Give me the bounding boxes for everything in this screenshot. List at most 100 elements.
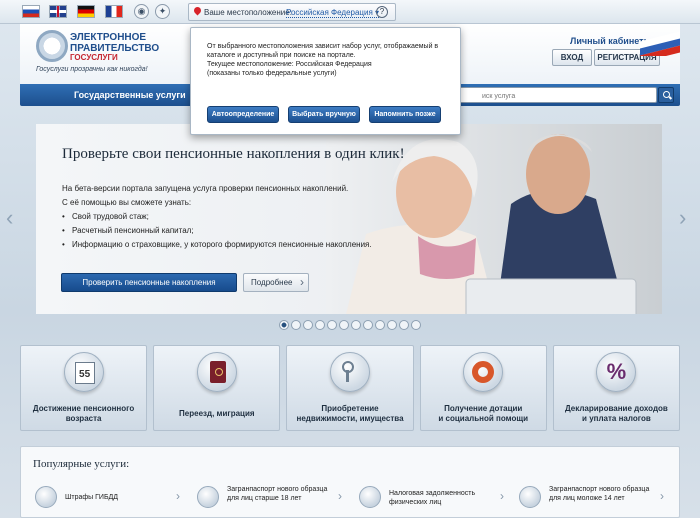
calendar-number: 55 (79, 369, 91, 380)
choose-manually-button[interactable]: Выбрать вручную (288, 106, 360, 123)
banner-carousel: Проверьте свои пенсионные накопления в о… (36, 124, 662, 314)
bullet-item: Свой трудовой стаж; (62, 212, 372, 226)
tile-pension-age[interactable]: 55 Достижение пенсионного возраста (20, 345, 148, 431)
tile-label: Приобретение недвижимости, имущества (291, 404, 408, 424)
tile-label-line: Переезд, миграция (179, 409, 255, 418)
carousel-dot[interactable] (327, 320, 337, 330)
location-value[interactable]: Российская Федерация ▾ (286, 8, 380, 18)
chevron-right-icon: › (176, 489, 180, 503)
carousel-next-icon[interactable]: › (679, 205, 686, 231)
lifebuoy-icon (463, 352, 504, 392)
life-situations: 55 Достижение пенсионного возраста Перее… (20, 345, 681, 433)
carousel-dot[interactable] (387, 320, 397, 330)
banner-subtitle: С её помощью вы сможете узнать: (62, 198, 192, 207)
tile-label: Достижение пенсионного возраста (25, 404, 142, 424)
logo-text-line3[interactable]: ГОСУСЛУГИ (70, 53, 118, 62)
compass-icon[interactable]: ✦ (155, 4, 170, 19)
popular-item-traffic-fines[interactable]: Штрафы ГИБДД › (35, 485, 185, 515)
calendar-icon: 55 (63, 352, 104, 392)
tile-label-line: Получение дотации (444, 404, 523, 413)
flag-uk-icon[interactable] (49, 5, 67, 18)
top-bar: ◉ ✦ Ваше местоположение: Российская Феде… (0, 0, 700, 24)
carousel-dot[interactable] (399, 320, 409, 330)
popular-item-passport-adult[interactable]: Загранпаспорт нового образца для лиц ста… (197, 485, 347, 515)
location-label: Ваше местоположение: (204, 8, 292, 17)
location-popup: От выбранного местоположения зависит наб… (190, 27, 461, 135)
popular-item-label: Штрафы ГИБДД (65, 494, 119, 501)
popular-item-label: Загранпаспорт нового образца для лиц мол… (549, 486, 650, 502)
flag-de-icon[interactable] (77, 5, 95, 18)
carousel-dot[interactable] (279, 320, 289, 330)
popup-message: От выбранного местоположения зависит наб… (207, 42, 445, 78)
bullet-item: Расчетный пенсионный капитал; (62, 226, 372, 240)
percent-icon: % (596, 352, 637, 392)
carousel-pagination (279, 320, 421, 330)
chevron-right-icon: › (660, 489, 664, 503)
tile-label-line: Декларирование доходов (565, 404, 668, 413)
flag-fr-icon[interactable] (105, 5, 123, 18)
tile-label-line: возраста (65, 414, 102, 423)
banner-bullets: Свой трудовой стаж; Расчетный пенсионный… (62, 212, 372, 254)
carousel-dot[interactable] (303, 320, 313, 330)
banner-title: Проверьте свои пенсионные накопления в о… (62, 146, 405, 162)
banner-intro: На бета-версии портала запущена услуга п… (62, 184, 349, 193)
location-pin-icon (192, 5, 203, 16)
percent-glyph: % (606, 359, 627, 384)
nav-item-services[interactable]: Государственные услуги (74, 90, 186, 100)
popup-line: От выбранного местоположения зависит наб… (207, 43, 439, 50)
check-pension-button[interactable]: Проверить пенсионные накопления (61, 273, 237, 292)
carousel-dot[interactable] (339, 320, 349, 330)
logo-text-line1[interactable]: ЭЛЕКТРОННОЕ (70, 32, 146, 43)
passport-icon (197, 486, 219, 508)
search-input[interactable] (457, 87, 657, 103)
passport-icon (196, 352, 237, 392)
help-icon[interactable]: ? (376, 6, 388, 18)
more-button[interactable]: Подробнее (243, 273, 309, 292)
auto-detect-button[interactable]: Автоопределение (207, 106, 279, 123)
tile-taxes[interactable]: % Декларирование доходов и уплата налого… (552, 345, 681, 431)
tax-icon (359, 486, 381, 508)
carousel-prev-icon[interactable]: ‹ (6, 205, 13, 231)
tile-label-line: Достижение пенсионного (32, 404, 135, 413)
carousel-dot[interactable] (411, 320, 421, 330)
tile-social-help[interactable]: Получение дотации и социальной помощи (419, 345, 547, 431)
tile-label-line: недвижимости, имущества (296, 414, 404, 423)
remind-later-button[interactable]: Напомнить позже (369, 106, 441, 123)
search-icon[interactable] (658, 87, 674, 103)
flag-ru-icon[interactable] (22, 5, 40, 18)
carousel-dot[interactable] (291, 320, 301, 330)
eye-icon[interactable]: ◉ (134, 4, 149, 19)
popular-item-tax-debt[interactable]: Налоговая задолженность физических лиц › (359, 485, 509, 515)
tile-migration[interactable]: Переезд, миграция (153, 345, 281, 431)
tile-label: Переезд, миграция (158, 409, 275, 419)
bullet-item: Информацию о страховщике, у которого фор… (62, 240, 372, 254)
tile-label: Получение дотации и социальной помощи (425, 404, 542, 424)
popular-item-label: Налоговая задолженность физических лиц (389, 490, 476, 506)
tile-label-line: Приобретение (321, 404, 379, 413)
popular-item-passport-child[interactable]: Загранпаспорт нового образца для лиц мол… (519, 485, 669, 515)
logo-emblem-icon[interactable] (36, 30, 68, 62)
popup-line: Текущее местоположение: Российская Федер… (207, 61, 372, 68)
passport-icon (519, 486, 541, 508)
keys-icon (330, 352, 370, 392)
flag-ribbon-icon (640, 30, 680, 56)
login-button[interactable]: ВХОД (552, 49, 592, 66)
tile-label-line: и уплата налогов (582, 414, 651, 423)
carousel-dot[interactable] (375, 320, 385, 330)
tile-label-line: и социальной помощи (438, 414, 529, 423)
carousel-dot[interactable] (351, 320, 361, 330)
popup-line: (показаны только федеральные услуги) (207, 70, 337, 77)
traffic-light-icon (35, 486, 57, 508)
chevron-right-icon: › (500, 489, 504, 503)
location-selector[interactable]: Ваше местоположение: Российская Федераци… (188, 3, 396, 21)
chevron-right-icon: › (338, 489, 342, 503)
tile-label: Декларирование доходов и уплата налогов (558, 404, 675, 424)
carousel-dot[interactable] (315, 320, 325, 330)
slogan: Госуслуги прозрачны как никогда! (36, 66, 148, 73)
tile-property[interactable]: Приобретение недвижимости, имущества (286, 345, 414, 431)
popular-title: Популярные услуги: (33, 458, 130, 470)
carousel-dot[interactable] (363, 320, 373, 330)
popup-line: каталоге и доступный при поиске на порта… (207, 52, 356, 59)
popular-item-label: Загранпаспорт нового образца для лиц ста… (227, 486, 328, 502)
cabinet-label: Личный кабинет: (570, 36, 647, 46)
